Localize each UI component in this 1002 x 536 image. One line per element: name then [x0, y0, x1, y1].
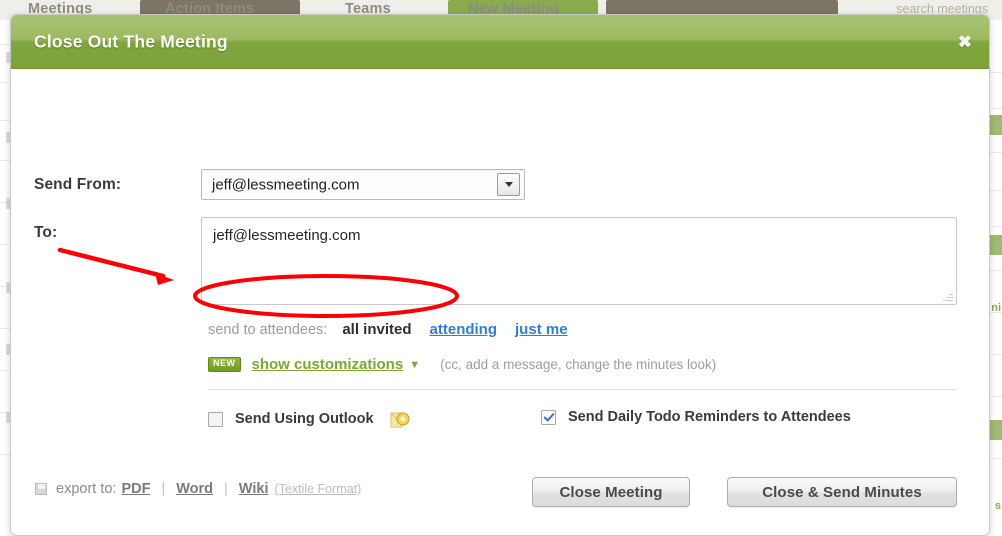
show-customizations-row: NEW show customizations ▼ (cc, add a mes…	[208, 356, 716, 373]
new-badge: NEW	[208, 357, 241, 372]
close-and-send-minutes-button[interactable]: Close & Send Minutes	[727, 477, 957, 507]
export-row: export to: PDF | Word | Wiki (Textile Fo…	[35, 481, 361, 497]
attendees-option-all-invited[interactable]: all invited	[342, 321, 411, 338]
export-separator-1: |	[161, 481, 166, 497]
export-label: export to:	[56, 481, 117, 497]
screenshot-root: Meetings Action Items Teams New Meeting …	[0, 0, 1002, 536]
send-using-outlook-row[interactable]: Send Using Outlook	[208, 409, 411, 429]
close-out-meeting-modal: Close Out The Meeting ✖ Send From: jeff@…	[10, 14, 990, 536]
customizations-hint: (cc, add a message, change the minutes l…	[440, 357, 717, 372]
export-wiki-note: (Textile Format)	[274, 482, 362, 496]
to-value: jeff@lessmeeting.com	[213, 227, 361, 244]
send-from-label: Send From:	[34, 176, 122, 193]
send-using-outlook-label: Send Using Outlook	[235, 411, 374, 427]
modal-header: Close Out The Meeting ✖	[11, 15, 989, 69]
send-from-select[interactable]: jeff@lessmeeting.com	[201, 169, 525, 200]
export-word-link[interactable]: Word	[176, 481, 213, 497]
to-label: To:	[34, 224, 58, 241]
send-daily-todo-reminders-checkbox[interactable]	[541, 409, 556, 425]
chevron-down-icon[interactable]	[497, 173, 520, 196]
export-pdf-link[interactable]: PDF	[121, 481, 150, 497]
send-to-attendees-label: send to attendees:	[208, 322, 328, 338]
send-daily-todo-reminders-label: Send Daily Todo Reminders to Attendees	[568, 409, 851, 425]
outlook-icon	[389, 409, 411, 429]
show-customizations-link[interactable]: show customizations	[252, 356, 404, 373]
save-disk-icon	[35, 483, 47, 495]
resize-handle-icon[interactable]	[942, 290, 953, 301]
export-wiki-link[interactable]: Wiki	[239, 481, 269, 497]
to-textarea[interactable]: jeff@lessmeeting.com	[201, 217, 957, 305]
divider	[208, 389, 957, 390]
attendees-option-just-me[interactable]: just me	[515, 321, 568, 338]
send-from-value: jeff@lessmeeting.com	[212, 176, 360, 193]
caret-down-icon[interactable]: ▼	[409, 359, 420, 371]
close-meeting-button[interactable]: Close Meeting	[532, 477, 690, 507]
modal-body: Send From: jeff@lessmeeting.com To: jeff…	[11, 69, 989, 535]
send-to-attendees-row: send to attendees: all invited attending…	[208, 321, 586, 338]
modal-title: Close Out The Meeting	[34, 31, 228, 51]
export-separator-2: |	[224, 481, 228, 497]
send-using-outlook-checkbox[interactable]	[208, 411, 223, 427]
send-daily-todo-reminders-row[interactable]: Send Daily Todo Reminders to Attendees	[541, 409, 851, 425]
attendees-option-attending[interactable]: attending	[430, 321, 498, 338]
close-icon[interactable]: ✖	[958, 33, 972, 50]
